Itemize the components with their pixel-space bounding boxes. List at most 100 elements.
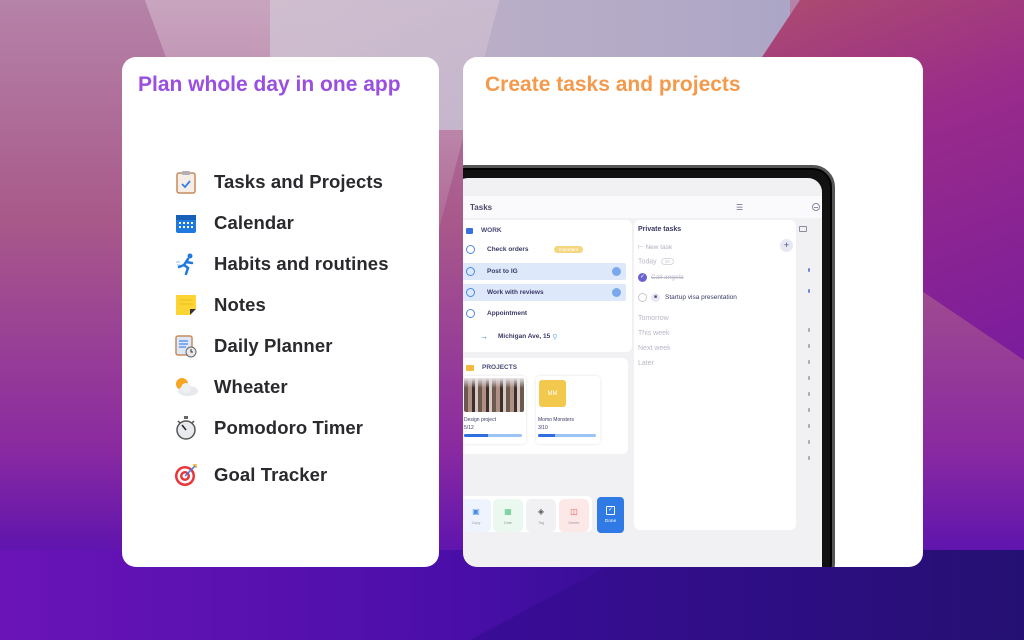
task-label: Post to IG	[487, 268, 518, 275]
copy-label: Copy	[471, 520, 481, 525]
done-button[interactable]: ✓ Done	[597, 497, 624, 533]
copy-button[interactable]: ▣ Copy	[463, 499, 491, 532]
side-marker	[808, 328, 810, 332]
completed-task[interactable]: ✓ Call angela	[638, 273, 684, 282]
tasks-promo-card: Create tasks and projects Tasks ☰ WORK C…	[463, 57, 923, 567]
progress-fill	[538, 434, 556, 437]
features-title: Plan whole day in one app	[138, 73, 401, 96]
task-row[interactable]: Work with reviews	[463, 284, 626, 301]
section-tomorrow[interactable]: Tomorrow	[638, 315, 669, 322]
task-checkbox[interactable]	[466, 245, 475, 254]
sidebar-toggle-icon[interactable]	[799, 226, 807, 232]
section-today[interactable]: Today 10	[638, 258, 674, 265]
feature-item: Goal Tracker	[172, 454, 389, 495]
running-person-icon	[172, 250, 200, 278]
side-marker	[808, 424, 810, 428]
selection-indicator	[612, 288, 621, 297]
sun-behind-cloud-icon	[172, 373, 200, 401]
section-label: Today	[638, 258, 657, 266]
tag-button[interactable]: ◈ Tag	[526, 499, 556, 532]
private-tasks-title: Private tasks	[638, 226, 682, 233]
side-marker	[808, 289, 810, 293]
side-marker	[808, 408, 810, 412]
task-row[interactable]: Check orders Important	[463, 241, 626, 258]
done-label: Done	[604, 519, 617, 524]
subtask-location[interactable]: → Michigan Ave, 15 ⚲	[480, 332, 557, 341]
briefcase-icon: ■	[651, 293, 660, 302]
wallet-icon: ▣	[472, 506, 480, 516]
task-label: Call angela	[651, 274, 684, 281]
work-list-panel: WORK Check orders Important Post to IG W…	[463, 220, 632, 352]
today-count-badge: 10	[660, 258, 674, 265]
feature-label: Calendar	[214, 211, 294, 233]
task-label: Appointment	[487, 310, 528, 317]
feature-label: Goal Tracker	[214, 463, 328, 485]
date-label: Date	[503, 520, 513, 525]
section-later[interactable]: Later	[638, 360, 654, 367]
delete-label: Delete	[568, 520, 580, 525]
side-marker	[808, 268, 810, 272]
project-card[interactable]: Design project 5/12	[463, 376, 526, 444]
project-count: 5/12	[464, 425, 474, 431]
location-pin-icon: ⚲	[552, 333, 558, 341]
feature-item: Pomodoro Timer	[172, 407, 389, 448]
new-task-input[interactable]: ⊢ New task	[638, 243, 672, 251]
project-count: 3/10	[538, 425, 548, 431]
task-checkbox[interactable]	[638, 293, 647, 302]
task-checkbox[interactable]	[466, 309, 475, 318]
project-initials-avatar: MM	[539, 380, 566, 407]
task-checkbox[interactable]	[466, 288, 475, 297]
calendar-icon	[172, 209, 200, 237]
clipboard-clock-icon	[172, 332, 200, 360]
task-checkbox[interactable]	[466, 267, 475, 276]
app-title: Tasks	[470, 202, 493, 212]
task-row[interactable]: Post to IG	[463, 263, 626, 280]
feature-item: Habits and routines	[172, 243, 389, 284]
feature-label: Habits and routines	[214, 252, 389, 274]
collapse-icon[interactable]	[812, 203, 820, 211]
folder-icon	[466, 364, 474, 371]
side-marker	[808, 376, 810, 380]
side-marker	[808, 392, 810, 396]
project-progress-bar	[538, 434, 596, 437]
feature-list: Tasks and Projects Calendar Habits and r…	[172, 161, 389, 495]
side-marker	[808, 360, 810, 364]
projects-heading-label: PROJECTS	[482, 364, 518, 371]
feature-item: Daily Planner	[172, 325, 389, 366]
projects-heading: PROJECTS	[466, 364, 517, 371]
side-marker	[808, 440, 810, 444]
open-task[interactable]: ■ Startup visa presentation	[638, 293, 737, 302]
section-next-week[interactable]: Next week	[638, 345, 671, 352]
task-row[interactable]: Appointment	[463, 305, 626, 322]
task-label: Startup visa presentation	[665, 294, 737, 301]
date-button[interactable]: ▦ Date	[493, 499, 523, 532]
task-label: Check orders	[487, 246, 529, 253]
project-progress-bar	[464, 434, 522, 437]
private-tasks-panel: Private tasks ⊢ New task + Today 10 ✓ Cal…	[634, 220, 796, 530]
tag-icon: ◈	[537, 506, 545, 516]
trash-icon: ◫	[570, 506, 578, 516]
feature-label: Daily Planner	[214, 334, 333, 356]
task-action-bar: ▣ Copy ▦ Date ◈ Tag ◫ Delete	[463, 496, 592, 532]
feature-item: Notes	[172, 284, 389, 325]
work-heading: WORK	[466, 227, 502, 234]
target-icon	[172, 461, 200, 489]
projects-panel: PROJECTS Design project 5/12 MM Momo Mon…	[463, 358, 628, 454]
important-badge: Important	[554, 246, 584, 253]
tablet-mockup: Tasks ☰ WORK Check orders Important Post…	[463, 165, 835, 567]
feature-item: Tasks and Projects	[172, 161, 389, 202]
delete-button[interactable]: ◫ Delete	[559, 499, 589, 532]
app-screen: Tasks ☰ WORK Check orders Important Post…	[463, 178, 822, 567]
checked-icon[interactable]: ✓	[638, 273, 647, 282]
calendar-icon: ▦	[504, 506, 512, 516]
task-label: Work with reviews	[487, 289, 544, 296]
project-name: Momo Monsters	[538, 417, 574, 423]
checkbox-icon: ✓	[606, 506, 615, 515]
add-task-button[interactable]: +	[780, 239, 793, 252]
app-header: Tasks ☰	[463, 196, 822, 218]
section-this-week[interactable]: This week	[638, 330, 670, 337]
project-card[interactable]: MM Momo Monsters 3/10	[536, 376, 600, 444]
stopwatch-icon	[172, 414, 200, 442]
sticky-note-icon	[172, 291, 200, 319]
layers-icon[interactable]: ☰	[736, 203, 743, 212]
